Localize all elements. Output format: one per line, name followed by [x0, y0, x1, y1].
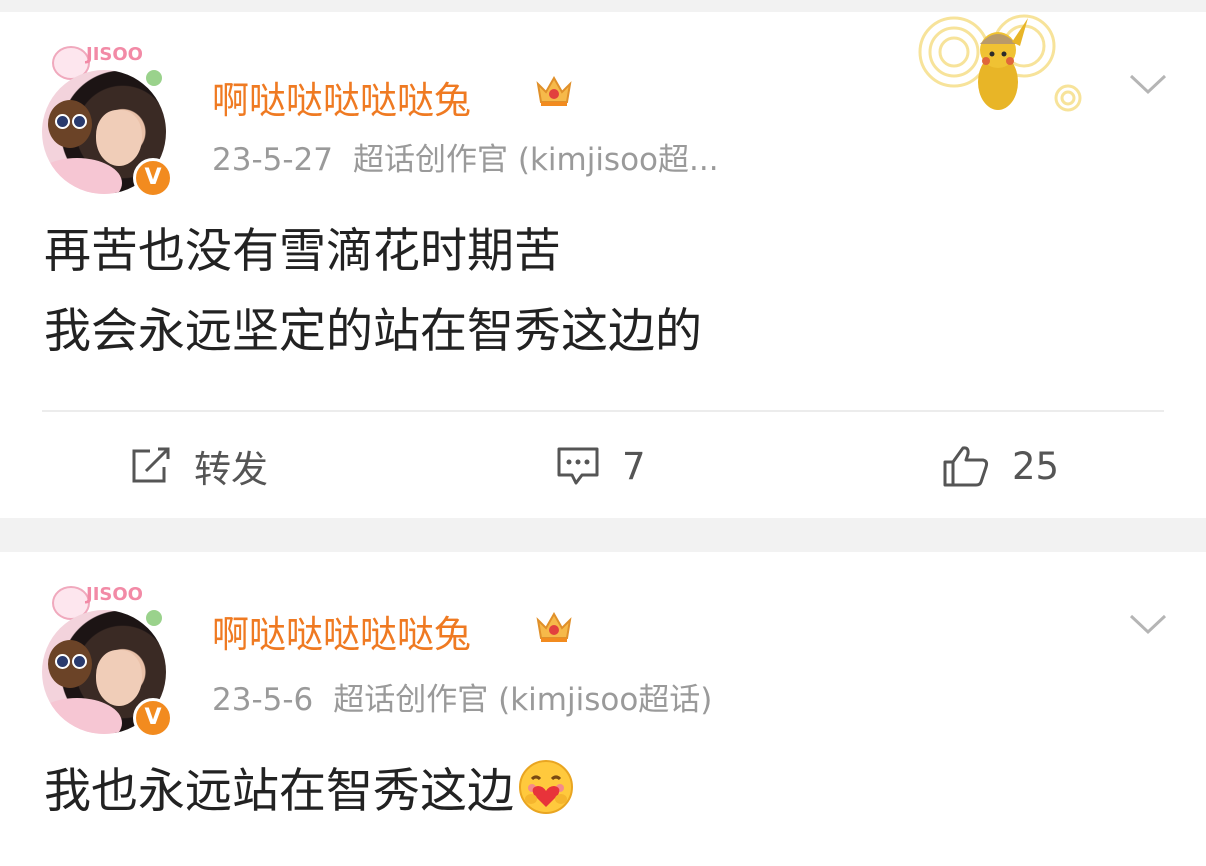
clover-icon [146, 610, 162, 626]
clover-icon [146, 70, 162, 86]
bear-icon [48, 640, 92, 688]
bear-icon [48, 100, 92, 148]
post-time: 23-5-27 [212, 142, 333, 178]
avatar[interactable]: JISOO V [40, 40, 173, 198]
avatar-sticker-label: JISOO [86, 44, 143, 65]
avatar-sticker-label: JISOO [86, 584, 143, 605]
comment-count: 7 [622, 444, 646, 488]
like-button[interactable]: 25 [942, 436, 1059, 496]
like-icon [943, 446, 989, 487]
post-time: 23-5-6 [212, 682, 314, 718]
post-card[interactable]: JISOO V 啊哒哒哒哒哒兔 23-5-27 超话创作官 (kimjisoo超.… [0, 12, 1206, 518]
post-meta: 23-5-6 超话创作官 (kimjisoo超话) [212, 674, 712, 719]
post-text: 再苦也没有雪滴花时期苦 我会永远坚定的站在智秀这边的 [44, 212, 702, 372]
like-count: 25 [1012, 444, 1060, 488]
weibo-feed: JISOO V 啊哒哒哒哒哒兔 23-5-27 超话创作官 (kimjisoo超.… [0, 0, 1206, 866]
post-text-line: 我也永远站在智秀这边 [44, 752, 574, 832]
comment-button[interactable]: 7 [556, 436, 646, 496]
avatar[interactable]: JISOO V [40, 580, 173, 738]
comment-icon [557, 447, 599, 485]
repost-label: 转发 [194, 448, 268, 491]
crown-icon [536, 611, 572, 642]
post-text: 我也永远站在智秀这边 [44, 752, 574, 832]
crown-icon [536, 75, 572, 106]
username[interactable]: 啊哒哒哒哒哒兔 [212, 604, 471, 658]
chevron-down-icon[interactable] [1128, 608, 1168, 638]
post-text-line: 再苦也没有雪滴花时期苦 [44, 224, 561, 279]
pikachu-decoration-icon [918, 14, 1082, 112]
hugging-heart-emoji-icon [519, 760, 573, 814]
post-source: 超话创作官 (kimjisoo超... [353, 142, 719, 178]
verified-v-icon: V [133, 698, 173, 738]
repost-button[interactable]: 转发 [130, 436, 268, 496]
chevron-down-icon[interactable] [1128, 68, 1168, 98]
post-meta: 23-5-27 超话创作官 (kimjisoo超... [212, 134, 719, 179]
post-source: 超话创作官 (kimjisoo超话) [333, 682, 713, 718]
repost-icon [132, 447, 170, 483]
divider [42, 410, 1164, 412]
post-text-line: 我会永远坚定的站在智秀这边的 [44, 304, 702, 359]
verified-v-icon: V [133, 158, 173, 198]
post-card[interactable]: JISOO V 啊哒哒哒哒哒兔 23-5-6 超话创作官 (kimjisoo超话)… [0, 552, 1206, 866]
username[interactable]: 啊哒哒哒哒哒兔 [212, 70, 471, 124]
action-bar: 转发 7 25 [0, 436, 1206, 496]
